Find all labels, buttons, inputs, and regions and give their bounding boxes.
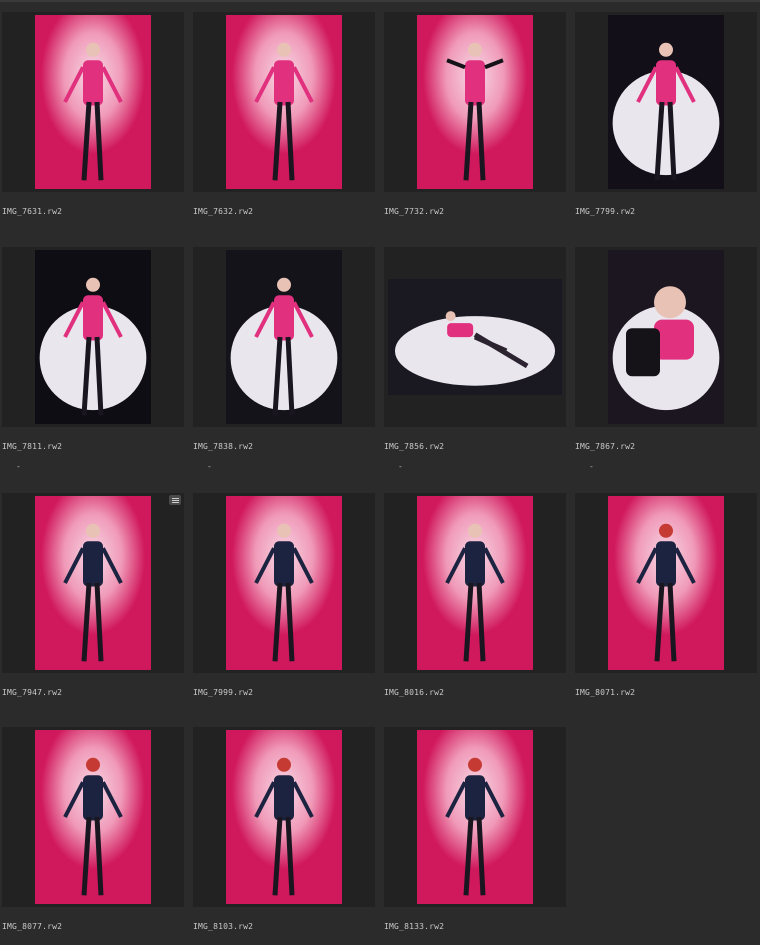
thumbnail-frame[interactable] — [384, 247, 566, 427]
filename-label: IMG_7856.rw2 — [384, 442, 445, 451]
photo-preview[interactable] — [417, 15, 533, 189]
filename-label: IMG_7631.rw2 — [2, 207, 63, 216]
filename-label: IMG_7732.rw2 — [384, 207, 445, 216]
filename-label: IMG_8077.rw2 — [2, 922, 63, 931]
photo-preview[interactable] — [35, 496, 151, 670]
thumbnail-frame[interactable] — [193, 247, 375, 427]
thumbnail-frame[interactable] — [575, 247, 757, 427]
thumbnail-frame[interactable] — [193, 493, 375, 673]
filename-label: IMG_7999.rw2 — [193, 688, 254, 697]
thumbnail-frame[interactable] — [384, 493, 566, 673]
photo-preview[interactable] — [417, 730, 533, 904]
photo-preview[interactable] — [608, 496, 724, 670]
filename-label: IMG_7867.rw2 — [575, 442, 636, 451]
photo-preview[interactable] — [608, 15, 724, 189]
filename-label: IMG_8016.rw2 — [384, 688, 445, 697]
thumbnail-frame[interactable] — [384, 727, 566, 907]
thumbnail-frame[interactable] — [2, 247, 184, 427]
photo-preview[interactable] — [226, 250, 342, 424]
photo-preview[interactable] — [226, 496, 342, 670]
photo-preview[interactable] — [35, 730, 151, 904]
thumbnail-frame[interactable] — [2, 493, 184, 673]
filename-label: IMG_8071.rw2 — [575, 688, 636, 697]
photo-preview[interactable] — [35, 15, 151, 189]
rating-mark: - — [16, 462, 21, 471]
filename-label: IMG_7632.rw2 — [193, 207, 254, 216]
top-divider — [0, 0, 760, 2]
photo-preview[interactable] — [226, 730, 342, 904]
rating-mark: - — [398, 462, 403, 471]
thumbnail-frame[interactable] — [575, 493, 757, 673]
adjustments-icon[interactable] — [169, 495, 181, 505]
rating-mark: - — [207, 462, 212, 471]
filename-label: IMG_7799.rw2 — [575, 207, 636, 216]
filename-label: IMG_8133.rw2 — [384, 922, 445, 931]
thumbnail-frame[interactable] — [2, 12, 184, 192]
filename-label: IMG_7947.rw2 — [2, 688, 63, 697]
photo-preview[interactable] — [417, 496, 533, 670]
thumbnail-frame[interactable] — [2, 727, 184, 907]
filename-label: IMG_7811.rw2 — [2, 442, 63, 451]
thumbnail-frame[interactable] — [193, 727, 375, 907]
photo-preview[interactable] — [226, 15, 342, 189]
filename-label: IMG_7838.rw2 — [193, 442, 254, 451]
photo-preview[interactable] — [388, 279, 562, 395]
thumbnail-frame[interactable] — [575, 12, 757, 192]
photo-preview[interactable] — [608, 250, 724, 424]
photo-preview[interactable] — [35, 250, 151, 424]
thumbnail-frame[interactable] — [193, 12, 375, 192]
filename-label: IMG_8103.rw2 — [193, 922, 254, 931]
thumbnail-frame[interactable] — [384, 12, 566, 192]
rating-mark: - — [589, 462, 594, 471]
